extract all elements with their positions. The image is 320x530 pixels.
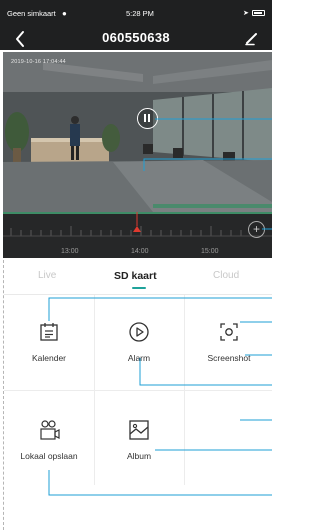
edit-button[interactable] <box>244 30 260 46</box>
carrier-text: Geen simkaart <box>7 9 56 18</box>
tab-cloud[interactable]: Cloud <box>213 270 239 281</box>
action-label: Kalender <box>31 353 67 363</box>
active-tab-indicator <box>132 287 146 289</box>
video-feed[interactable]: 2019-10-16 17:04:44 <box>3 52 272 212</box>
action-album[interactable]: Album <box>94 418 184 468</box>
action-label: Lokaal opslaan <box>20 451 78 461</box>
action-label: Album <box>126 451 152 461</box>
video-timestamp: 2019-10-16 17:04:44 <box>11 59 66 65</box>
grid-divider <box>4 390 272 391</box>
timeline-label-1500: 15:00 <box>201 248 219 255</box>
action-label: Screenshot <box>207 353 251 363</box>
top-bar: Geen simkaart ● 5:28 PM ➤ 060550638 <box>0 0 272 50</box>
playback-timeline[interactable]: 13:00 14:00 15:00 + <box>3 212 272 258</box>
playhead-marker <box>133 226 141 232</box>
tab-sd-kaart[interactable]: SD kaart <box>114 270 157 282</box>
album-icon <box>129 420 149 440</box>
local-save-icon <box>40 420 60 440</box>
action-kalender[interactable]: Kalender <box>4 320 94 370</box>
status-time: 5:28 PM <box>126 9 154 18</box>
screenshot-icon <box>220 323 238 341</box>
location-icon: ➤ <box>243 10 249 17</box>
dashed-border <box>3 260 4 530</box>
play-circle-icon <box>129 322 149 342</box>
calendar-icon <box>40 323 58 341</box>
page-title: 060550638 <box>102 30 170 45</box>
pencil-icon <box>245 33 257 46</box>
zoom-in-button[interactable]: + <box>248 221 265 238</box>
action-screenshot[interactable]: Screenshot <box>184 320 272 370</box>
battery-icon <box>252 10 265 16</box>
tab-divider <box>4 294 272 295</box>
action-lokaal-opslaan[interactable]: Lokaal opslaan <box>4 418 94 468</box>
timeline-label-1300: 13:00 <box>61 248 79 255</box>
timeline-label-1400: 14:00 <box>131 248 149 255</box>
playback-tabs: Live SD kaart Cloud <box>0 262 272 294</box>
action-alarm[interactable]: Alarm <box>94 320 184 370</box>
action-label: Alarm <box>127 353 151 363</box>
pause-button[interactable] <box>137 108 158 129</box>
office-scene <box>3 52 272 212</box>
app-screen: Geen simkaart ● 5:28 PM ➤ 060550638 2019… <box>0 0 272 530</box>
tab-live[interactable]: Live <box>38 270 56 281</box>
wifi-icon: ● <box>62 9 67 18</box>
status-bar: Geen simkaart ● 5:28 PM ➤ <box>0 0 272 20</box>
